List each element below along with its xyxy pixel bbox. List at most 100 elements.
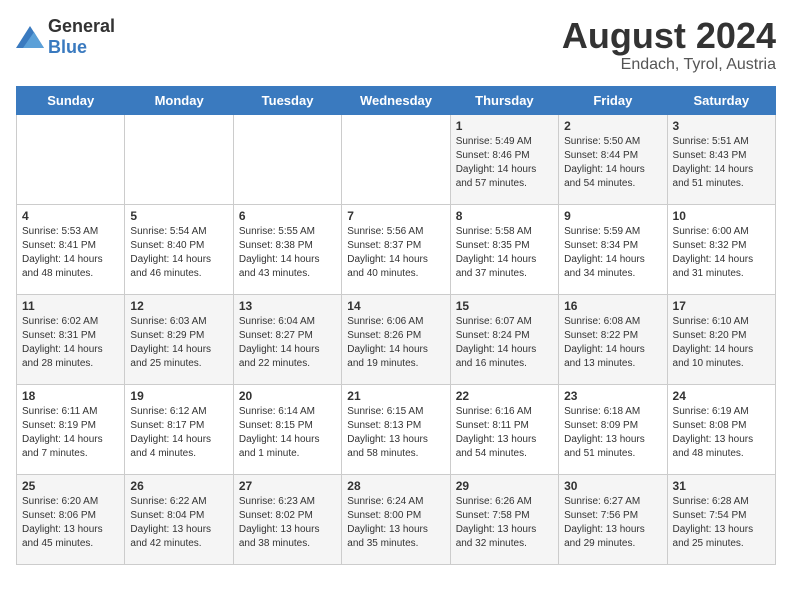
day-number: 16 xyxy=(564,299,661,313)
day-info: Sunrise: 6:02 AM Sunset: 8:31 PM Dayligh… xyxy=(22,315,119,371)
calendar-cell: 3 Sunrise: 5:51 AM Sunset: 8:43 PM Daylig… xyxy=(667,114,775,204)
day-info: Sunrise: 6:03 AM Sunset: 8:29 PM Dayligh… xyxy=(130,315,227,371)
day-number: 7 xyxy=(347,209,444,223)
day-number: 17 xyxy=(673,299,770,313)
calendar-cell: 17 Sunrise: 6:10 AM Sunset: 8:20 PM Dayli… xyxy=(667,294,775,384)
day-number: 14 xyxy=(347,299,444,313)
calendar-cell: 19 Sunrise: 6:12 AM Sunset: 8:17 PM Dayli… xyxy=(125,384,233,474)
calendar-cell: 22 Sunrise: 6:16 AM Sunset: 8:11 PM Dayli… xyxy=(450,384,558,474)
day-info: Sunrise: 5:49 AM Sunset: 8:46 PM Dayligh… xyxy=(456,135,553,191)
calendar-cell: 30 Sunrise: 6:27 AM Sunset: 7:56 PM Dayli… xyxy=(559,474,667,564)
calendar-cell: 9Sunrise: 5:59 AM Sunset: 8:34 PM Daylig… xyxy=(559,204,667,294)
header-thursday: Thursday xyxy=(450,86,558,114)
header-saturday: Saturday xyxy=(667,86,775,114)
day-info: Sunrise: 6:26 AM Sunset: 7:58 PM Dayligh… xyxy=(456,495,553,551)
calendar-cell: 1 Sunrise: 5:49 AM Sunset: 8:46 PM Daylig… xyxy=(450,114,558,204)
day-number: 22 xyxy=(456,389,553,403)
day-number: 5 xyxy=(130,209,227,223)
calendar-cell xyxy=(17,114,125,204)
logo-blue: Blue xyxy=(48,37,87,57)
header-monday: Monday xyxy=(125,86,233,114)
day-info: Sunrise: 6:08 AM Sunset: 8:22 PM Dayligh… xyxy=(564,315,661,371)
header-friday: Friday xyxy=(559,86,667,114)
day-info: Sunrise: 6:20 AM Sunset: 8:06 PM Dayligh… xyxy=(22,495,119,551)
day-info: Sunrise: 6:22 AM Sunset: 8:04 PM Dayligh… xyxy=(130,495,227,551)
week-row-2: 11 Sunrise: 6:02 AM Sunset: 8:31 PM Dayli… xyxy=(17,294,776,384)
calendar-cell: 12 Sunrise: 6:03 AM Sunset: 8:29 PM Dayli… xyxy=(125,294,233,384)
calendar-cell: 28Sunrise: 6:24 AM Sunset: 8:00 PM Dayli… xyxy=(342,474,450,564)
day-number: 6 xyxy=(239,209,336,223)
day-info: Sunrise: 5:58 AM Sunset: 8:35 PM Dayligh… xyxy=(456,225,553,281)
header-sunday: Sunday xyxy=(17,86,125,114)
day-number: 24 xyxy=(673,389,770,403)
day-number: 30 xyxy=(564,479,661,493)
day-info: Sunrise: 6:00 AM Sunset: 8:32 PM Dayligh… xyxy=(673,225,770,281)
calendar-cell: 27 Sunrise: 6:23 AM Sunset: 8:02 PM Dayli… xyxy=(233,474,341,564)
day-number: 19 xyxy=(130,389,227,403)
calendar-cell: 2Sunrise: 5:50 AM Sunset: 8:44 PM Daylig… xyxy=(559,114,667,204)
day-info: Sunrise: 6:27 AM Sunset: 7:56 PM Dayligh… xyxy=(564,495,661,551)
week-row-0: 1 Sunrise: 5:49 AM Sunset: 8:46 PM Daylig… xyxy=(17,114,776,204)
day-info: Sunrise: 6:10 AM Sunset: 8:20 PM Dayligh… xyxy=(673,315,770,371)
week-row-4: 25 Sunrise: 6:20 AM Sunset: 8:06 PM Dayli… xyxy=(17,474,776,564)
calendar-table: Sunday Monday Tuesday Wednesday Thursday… xyxy=(16,86,776,565)
day-info: Sunrise: 6:18 AM Sunset: 8:09 PM Dayligh… xyxy=(564,405,661,461)
calendar-cell: 11 Sunrise: 6:02 AM Sunset: 8:31 PM Dayli… xyxy=(17,294,125,384)
day-number: 15 xyxy=(456,299,553,313)
logo-icon xyxy=(16,26,44,48)
day-number: 23 xyxy=(564,389,661,403)
day-info: Sunrise: 6:23 AM Sunset: 8:02 PM Dayligh… xyxy=(239,495,336,551)
calendar-cell: 26 Sunrise: 6:22 AM Sunset: 8:04 PM Dayli… xyxy=(125,474,233,564)
calendar-cell: 14Sunrise: 6:06 AM Sunset: 8:26 PM Dayli… xyxy=(342,294,450,384)
day-info: Sunrise: 5:59 AM Sunset: 8:34 PM Dayligh… xyxy=(564,225,661,281)
main-title: August 2024 xyxy=(562,16,776,56)
week-row-3: 18Sunrise: 6:11 AM Sunset: 8:19 PM Dayli… xyxy=(17,384,776,474)
day-info: Sunrise: 5:50 AM Sunset: 8:44 PM Dayligh… xyxy=(564,135,661,191)
day-info: Sunrise: 6:12 AM Sunset: 8:17 PM Dayligh… xyxy=(130,405,227,461)
logo: General Blue xyxy=(16,16,115,58)
day-info: Sunrise: 6:16 AM Sunset: 8:11 PM Dayligh… xyxy=(456,405,553,461)
day-number: 27 xyxy=(239,479,336,493)
logo-text: General Blue xyxy=(48,16,115,58)
day-number: 25 xyxy=(22,479,119,493)
day-number: 3 xyxy=(673,119,770,133)
header: General Blue August 2024 Endach, Tyrol, … xyxy=(16,16,776,74)
day-number: 11 xyxy=(22,299,119,313)
day-number: 26 xyxy=(130,479,227,493)
subtitle: Endach, Tyrol, Austria xyxy=(562,56,776,74)
day-info: Sunrise: 6:07 AM Sunset: 8:24 PM Dayligh… xyxy=(456,315,553,371)
day-number: 31 xyxy=(673,479,770,493)
calendar-cell: 25 Sunrise: 6:20 AM Sunset: 8:06 PM Dayli… xyxy=(17,474,125,564)
day-number: 18 xyxy=(22,389,119,403)
calendar-cell: 23 Sunrise: 6:18 AM Sunset: 8:09 PM Dayli… xyxy=(559,384,667,474)
day-number: 20 xyxy=(239,389,336,403)
header-row: Sunday Monday Tuesday Wednesday Thursday… xyxy=(17,86,776,114)
calendar-cell: 5Sunrise: 5:54 AM Sunset: 8:40 PM Daylig… xyxy=(125,204,233,294)
day-number: 28 xyxy=(347,479,444,493)
calendar-cell: 18Sunrise: 6:11 AM Sunset: 8:19 PM Dayli… xyxy=(17,384,125,474)
day-info: Sunrise: 6:19 AM Sunset: 8:08 PM Dayligh… xyxy=(673,405,770,461)
title-area: August 2024 Endach, Tyrol, Austria xyxy=(562,16,776,74)
day-info: Sunrise: 6:14 AM Sunset: 8:15 PM Dayligh… xyxy=(239,405,336,461)
calendar-cell xyxy=(342,114,450,204)
day-number: 13 xyxy=(239,299,336,313)
calendar-cell: 21Sunrise: 6:15 AM Sunset: 8:13 PM Dayli… xyxy=(342,384,450,474)
calendar-cell: 29 Sunrise: 6:26 AM Sunset: 7:58 PM Dayli… xyxy=(450,474,558,564)
calendar-cell: 6Sunrise: 5:55 AM Sunset: 8:38 PM Daylig… xyxy=(233,204,341,294)
day-number: 4 xyxy=(22,209,119,223)
logo-general: General xyxy=(48,16,115,36)
calendar-cell: 24 Sunrise: 6:19 AM Sunset: 8:08 PM Dayli… xyxy=(667,384,775,474)
calendar-cell xyxy=(125,114,233,204)
day-info: Sunrise: 5:56 AM Sunset: 8:37 PM Dayligh… xyxy=(347,225,444,281)
day-info: Sunrise: 5:51 AM Sunset: 8:43 PM Dayligh… xyxy=(673,135,770,191)
calendar-cell: 10Sunrise: 6:00 AM Sunset: 8:32 PM Dayli… xyxy=(667,204,775,294)
day-number: 8 xyxy=(456,209,553,223)
day-number: 1 xyxy=(456,119,553,133)
calendar-cell: 15 Sunrise: 6:07 AM Sunset: 8:24 PM Dayli… xyxy=(450,294,558,384)
day-info: Sunrise: 6:28 AM Sunset: 7:54 PM Dayligh… xyxy=(673,495,770,551)
calendar-cell xyxy=(233,114,341,204)
day-number: 29 xyxy=(456,479,553,493)
day-info: Sunrise: 6:04 AM Sunset: 8:27 PM Dayligh… xyxy=(239,315,336,371)
day-number: 12 xyxy=(130,299,227,313)
day-info: Sunrise: 6:15 AM Sunset: 8:13 PM Dayligh… xyxy=(347,405,444,461)
